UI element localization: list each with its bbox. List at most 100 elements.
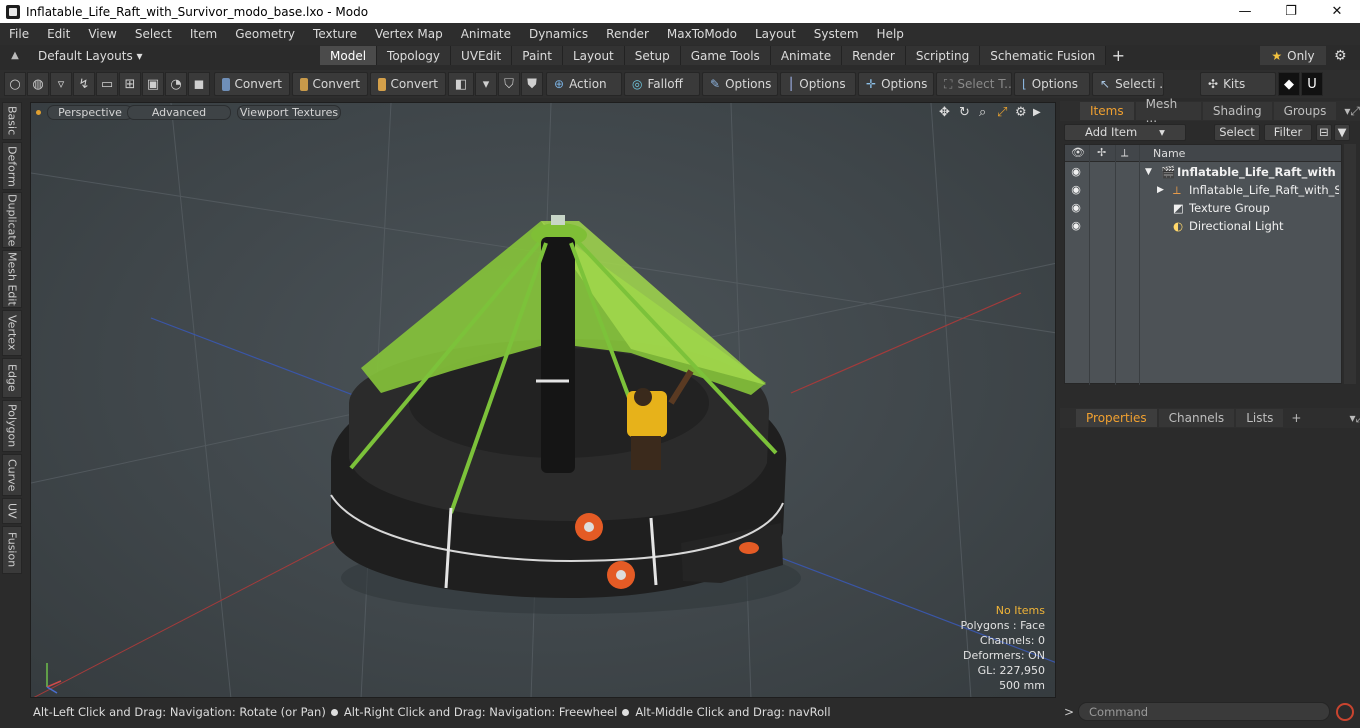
tab-paint[interactable]: Paint xyxy=(512,46,563,65)
panel-options-icon[interactable]: ▾⤢ xyxy=(1349,411,1360,426)
tab-polygon[interactable]: Polygon xyxy=(2,400,22,452)
convert-button-2[interactable]: Convert xyxy=(292,72,368,96)
menu-select[interactable]: Select xyxy=(126,27,181,41)
tree-row-directional-light[interactable]: ◉ ◐ Directional Light xyxy=(1065,217,1341,235)
tab-properties[interactable]: Properties xyxy=(1076,409,1157,427)
item-mode-icon[interactable]: ⊞ xyxy=(119,72,141,96)
tab-deform[interactable]: Deform xyxy=(2,142,22,190)
only-toggle[interactable]: ★ Only xyxy=(1260,46,1326,65)
tab-model[interactable]: Model xyxy=(320,46,378,65)
viewport-settings-icon[interactable]: ⚙ xyxy=(1015,105,1027,120)
tab-fusion[interactable]: Fusion xyxy=(2,526,22,574)
chevron-down-icon[interactable]: ▾ xyxy=(475,72,497,96)
snap-icon[interactable]: ⛊ xyxy=(521,72,543,96)
globe-icon[interactable]: ◍ xyxy=(27,72,49,96)
tab-mesh-edit[interactable]: Mesh Edit xyxy=(2,250,22,308)
box-tool-icon[interactable]: ◧ xyxy=(448,72,474,96)
filter-button[interactable]: Filter xyxy=(1264,123,1312,141)
falloff-button[interactable]: ◎ Falloff xyxy=(624,72,700,96)
gear-icon[interactable]: ⚙ xyxy=(1334,48,1347,64)
funnel-icon[interactable]: ▼ xyxy=(1334,123,1350,141)
vertex-mode-icon[interactable]: ▿ xyxy=(50,72,72,96)
tab-groups[interactable]: Groups xyxy=(1273,102,1337,120)
menu-layout[interactable]: Layout xyxy=(746,27,805,41)
tab-edge[interactable]: Edge xyxy=(2,358,22,398)
unreal-icon[interactable]: U xyxy=(1301,72,1323,96)
tab-render[interactable]: Render xyxy=(842,46,906,65)
name-column-header[interactable]: Name xyxy=(1153,147,1185,160)
menu-dynamics[interactable]: Dynamics xyxy=(520,27,597,41)
add-tab-button[interactable]: + xyxy=(1106,46,1130,65)
tab-schematic-fusion[interactable]: Schematic Fusion xyxy=(980,46,1107,65)
eye-icon[interactable]: ◉ xyxy=(1069,201,1083,214)
eye-icon[interactable]: ◉ xyxy=(1069,165,1083,178)
advanced-dropdown[interactable]: Advanced xyxy=(127,105,231,120)
command-input[interactable]: Command xyxy=(1078,702,1330,721)
add-item-button[interactable]: Add Item ▾ xyxy=(1064,123,1186,141)
tab-scripting[interactable]: Scripting xyxy=(905,46,981,65)
eye-icon[interactable]: ◉ xyxy=(1069,219,1083,232)
viewport-menu-dot[interactable] xyxy=(36,110,41,115)
convert-button-3[interactable]: Convert xyxy=(370,72,446,96)
action-center-button[interactable]: ⊕ Action xyxy=(546,72,622,96)
tab-setup[interactable]: Setup xyxy=(624,46,681,65)
3d-viewport[interactable]: Perspective Advanced Viewport Textures ✥… xyxy=(30,102,1056,698)
tab-topology[interactable]: Topology xyxy=(377,46,452,65)
menu-file[interactable]: File xyxy=(0,27,38,41)
menu-geometry[interactable]: Geometry xyxy=(226,27,304,41)
record-icon[interactable] xyxy=(1336,703,1354,721)
material-mode-icon[interactable]: ▣ xyxy=(142,72,164,96)
viewport-textures-dropdown[interactable]: Viewport Textures xyxy=(237,105,341,120)
tab-shading[interactable]: Shading xyxy=(1202,102,1272,120)
perspective-dropdown[interactable]: Perspective xyxy=(47,105,133,120)
tree-row-mesh[interactable]: ◉ ▶ ⟂ Inflatable_Life_Raft_with_S ... xyxy=(1065,181,1341,199)
tab-uvedit[interactable]: UVEdit xyxy=(451,46,513,65)
tab-game-tools[interactable]: Game Tools xyxy=(680,46,771,65)
edge-mode-icon[interactable]: ↯ xyxy=(73,72,95,96)
options-button-4[interactable]: ⌊ Options xyxy=(1014,72,1090,96)
expand-arrow-icon[interactable]: ▶ xyxy=(1157,185,1164,195)
tab-duplicate[interactable]: Duplicate xyxy=(2,192,22,248)
symmetry-icon[interactable]: ⛉ xyxy=(498,72,520,96)
fit-icon[interactable]: ⤢ xyxy=(997,105,1007,120)
tab-mesh[interactable]: Mesh ... xyxy=(1135,97,1201,125)
menu-help[interactable]: Help xyxy=(868,27,913,41)
tab-animate[interactable]: Animate xyxy=(770,46,843,65)
layout-toggle-icon[interactable]: ▲ xyxy=(0,50,30,61)
tab-channels[interactable]: Channels xyxy=(1158,409,1235,427)
menu-animate[interactable]: Animate xyxy=(452,27,520,41)
viewport-expand-icon[interactable]: ▶ xyxy=(1033,107,1041,118)
rotate-icon[interactable]: ↻ xyxy=(959,105,970,120)
tab-vertex[interactable]: Vertex xyxy=(2,310,22,356)
tab-uv[interactable]: UV xyxy=(2,498,22,524)
menu-vertex-map[interactable]: Vertex Map xyxy=(366,27,452,41)
options-button-3[interactable]: ✛ Options xyxy=(858,72,934,96)
tab-curve[interactable]: Curve xyxy=(2,454,22,496)
options-button-1[interactable]: ✎ Options xyxy=(702,72,778,96)
tree-row-scene[interactable]: ◉ ▼ 🎬 Inflatable_Life_Raft_with ... xyxy=(1065,163,1341,181)
menu-item[interactable]: Item xyxy=(181,27,226,41)
pivot-mode-icon[interactable]: ◔ xyxy=(165,72,187,96)
menu-edit[interactable]: Edit xyxy=(38,27,79,41)
selection-button[interactable]: ↖ Selecti ... xyxy=(1092,72,1164,96)
menu-view[interactable]: View xyxy=(79,27,125,41)
tree-row-texture-group[interactable]: ◉ ◩ Texture Group xyxy=(1065,199,1341,217)
select-tool-button[interactable]: ⛶ Select T... xyxy=(936,72,1012,96)
unity-icon[interactable]: ◆ xyxy=(1278,72,1300,96)
close-button[interactable]: ✕ xyxy=(1314,0,1360,23)
eye-icon[interactable]: ◉ xyxy=(1069,183,1083,196)
tab-items[interactable]: Items xyxy=(1080,102,1134,120)
expand-arrow-icon[interactable]: ▼ xyxy=(1145,167,1152,177)
items-scrollbar[interactable] xyxy=(1344,144,1356,384)
menu-system[interactable]: System xyxy=(805,27,868,41)
pan-icon[interactable]: ✥ xyxy=(939,105,950,120)
maximize-button[interactable]: ❐ xyxy=(1268,0,1314,23)
default-layouts-dropdown[interactable]: Default Layouts ▾ xyxy=(30,49,320,63)
minimize-button[interactable]: — xyxy=(1222,0,1268,23)
zoom-icon[interactable]: ⌕ xyxy=(979,105,986,120)
circle-select-icon[interactable]: ○ xyxy=(4,72,26,96)
cube-icon[interactable]: ◼ xyxy=(188,72,210,96)
tab-lists[interactable]: Lists xyxy=(1236,409,1284,427)
convert-button-1[interactable]: Convert xyxy=(214,72,290,96)
panel-options-icon[interactable]: ▾⤢ xyxy=(1344,104,1360,119)
